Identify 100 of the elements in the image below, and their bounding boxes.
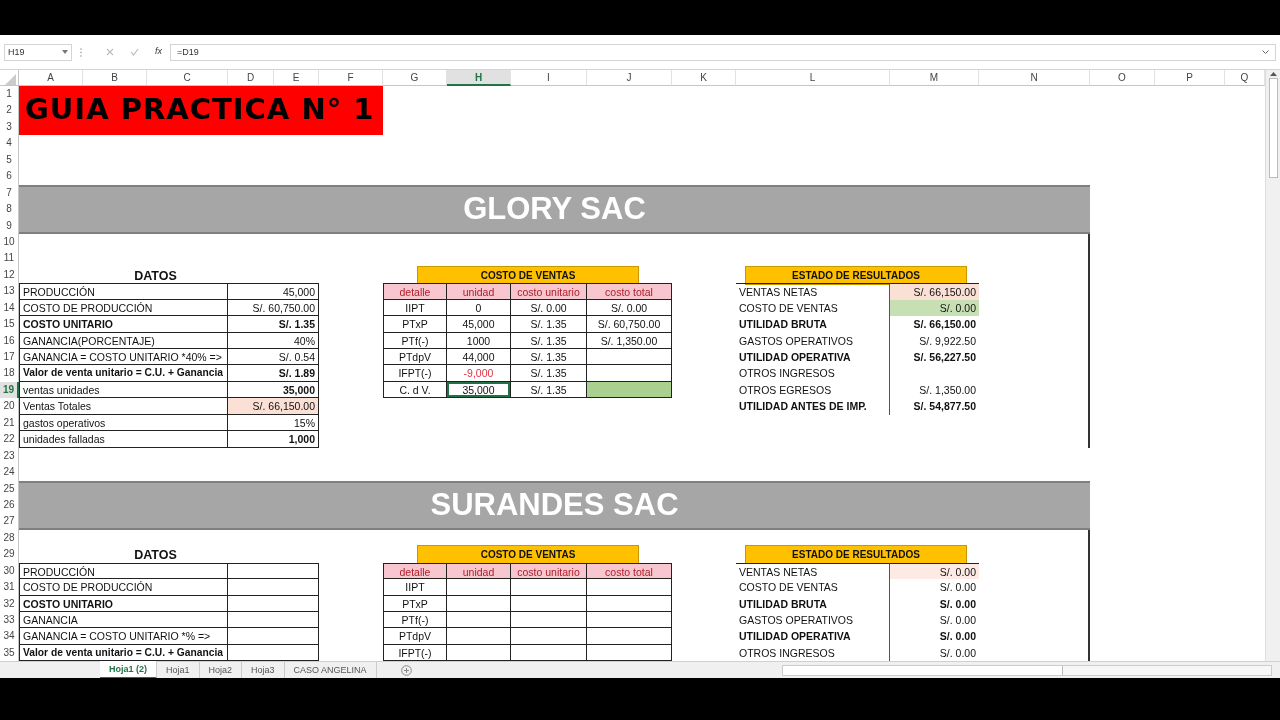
table-cell[interactable]: OTROS INGRESOS	[736, 365, 890, 382]
table-cell[interactable]: S/. 1.89	[228, 365, 319, 382]
scrollbar-thumb[interactable]	[783, 665, 1063, 675]
table-cell[interactable]: COSTO UNITARIO	[19, 316, 228, 333]
table-cell[interactable]: 1,000	[228, 431, 319, 448]
empty-cell[interactable]	[587, 365, 672, 382]
column-header-cell[interactable]: unidad	[447, 283, 511, 300]
scroll-up-icon[interactable]	[1269, 72, 1277, 76]
table-cell[interactable]: unidades falladas	[19, 431, 228, 448]
table-cell[interactable]: S/. 1,350.00	[890, 381, 979, 399]
column-header[interactable]: A	[19, 70, 83, 86]
empty-cell[interactable]	[511, 628, 587, 645]
column-header-cell[interactable]: costo unitario	[511, 283, 587, 300]
table-cell[interactable]: S/. 0.00	[890, 612, 979, 629]
table-cell[interactable]: S/. 0.00	[890, 644, 979, 662]
column-header[interactable]: B	[83, 70, 147, 86]
table-cell[interactable]: ventas unidades	[19, 381, 228, 399]
dropdown-icon[interactable]	[62, 50, 68, 54]
table-cell[interactable]: GANANCIA(PORCENTAJE)	[19, 332, 228, 349]
table-cell[interactable]: IIPT	[383, 299, 447, 317]
table-cell[interactable]: 40%	[228, 332, 319, 349]
table-cell[interactable]: PTdpV	[383, 628, 447, 645]
table-cell[interactable]: S/. 1,350.00	[587, 332, 672, 349]
column-header[interactable]: D	[228, 70, 274, 86]
table-cell[interactable]: UTILIDAD OPERATIVA	[736, 349, 890, 366]
table-cell[interactable]: GANANCIA = COSTO UNITARIO *40% =>	[19, 349, 228, 366]
table-cell[interactable]: GASTOS OPERATIVOS	[736, 612, 890, 629]
table-cell[interactable]: S/. 0.00	[890, 579, 979, 596]
column-header[interactable]: I	[511, 70, 587, 86]
table-cell[interactable]: COSTO DE VENTAS	[736, 579, 890, 596]
table-cell[interactable]: COSTO DE PRODUCCIÓN	[19, 579, 228, 596]
table-cell[interactable]: S/. 0.00	[511, 299, 587, 317]
table-cell[interactable]: Valor de venta unitario = C.U. + Ganancia	[19, 365, 228, 382]
table-cell[interactable]: IFPT(-)	[383, 365, 447, 382]
name-box[interactable]: H19	[4, 43, 72, 61]
table-cell[interactable]: Ventas Totales	[19, 398, 228, 415]
table-cell[interactable]: 45,000	[228, 283, 319, 300]
empty-cell[interactable]	[587, 595, 672, 612]
table-cell[interactable]: S/. 1.35	[228, 316, 319, 333]
table-cell[interactable]: gastos operativos	[19, 414, 228, 432]
function-button[interactable]: fx	[155, 45, 162, 59]
table-cell[interactable]: S/. 56,227.50	[890, 349, 979, 366]
table-cell[interactable]: COSTO UNITARIO	[19, 595, 228, 612]
column-header[interactable]: P	[1155, 70, 1225, 86]
column-header[interactable]: G	[383, 70, 447, 86]
empty-cell[interactable]	[511, 612, 587, 629]
empty-cell[interactable]	[447, 579, 511, 596]
table-cell[interactable]: S/. 0.00	[890, 628, 979, 645]
table-cell[interactable]: 15%	[228, 414, 319, 432]
column-header-cell[interactable]: detalle	[383, 283, 447, 300]
column-header[interactable]: H	[447, 70, 511, 86]
column-header-cell[interactable]: detalle	[383, 562, 447, 580]
empty-cell[interactable]	[447, 595, 511, 612]
table-cell[interactable]: UTILIDAD BRUTA	[736, 595, 890, 612]
empty-cell[interactable]	[228, 595, 319, 612]
empty-cell[interactable]	[447, 612, 511, 629]
empty-cell[interactable]	[228, 612, 319, 629]
table-cell[interactable]: S/. 66,150.00	[890, 283, 979, 300]
table-cell[interactable]: 44,000	[447, 349, 511, 366]
table-cell[interactable]: PTxP	[383, 316, 447, 333]
table-cell[interactable]: S/. 9,922.50	[890, 332, 979, 349]
column-header-cell[interactable]: costo total	[587, 562, 672, 580]
table-cell[interactable]: 0	[447, 299, 511, 317]
table-cell[interactable]: S/. 66,150.00	[890, 316, 979, 333]
scrollbar-thumb[interactable]	[1268, 78, 1278, 178]
formula-field[interactable]: =D19	[170, 43, 1276, 61]
column-header[interactable]: L	[736, 70, 890, 86]
empty-cell[interactable]	[228, 579, 319, 596]
table-cell[interactable]: GANANCIA	[19, 612, 228, 629]
row-header[interactable]: 31	[0, 579, 19, 596]
row-header[interactable]: 33	[0, 612, 19, 629]
empty-cell[interactable]	[511, 595, 587, 612]
table-cell[interactable]: PTf(-)	[383, 332, 447, 349]
table-cell[interactable]: PRODUCCIÓN	[19, 283, 228, 300]
table-cell[interactable]: S/. 1.35	[511, 332, 587, 349]
empty-cell[interactable]	[587, 579, 672, 596]
table-cell[interactable]: C. d V.	[383, 381, 447, 399]
empty-cell[interactable]	[587, 628, 672, 645]
table-cell[interactable]: IIPT	[383, 579, 447, 596]
table-cell[interactable]: VENTAS NETAS	[736, 283, 890, 300]
row-header[interactable]: 34	[0, 628, 19, 645]
column-header[interactable]: J	[587, 70, 672, 86]
column-header[interactable]: O	[1090, 70, 1155, 86]
empty-cell[interactable]	[447, 628, 511, 645]
table-cell[interactable]: 45,000	[447, 316, 511, 333]
table-cell[interactable]: S/. 0.00	[587, 299, 672, 317]
column-header[interactable]: K	[672, 70, 736, 86]
empty-cell[interactable]	[587, 349, 672, 366]
table-cell[interactable]: OTROS EGRESOS	[736, 381, 890, 399]
table-cell[interactable]: S/. 1.35	[511, 365, 587, 382]
empty-cell[interactable]	[511, 579, 587, 596]
column-header[interactable]: C	[147, 70, 228, 86]
empty-cell[interactable]	[228, 562, 319, 580]
empty-cell[interactable]	[587, 612, 672, 629]
table-cell[interactable]: PTxP	[383, 595, 447, 612]
column-header[interactable]: Q	[1225, 70, 1265, 86]
table-cell[interactable]: S/. 1.35	[511, 349, 587, 366]
table-cell[interactable]: UTILIDAD OPERATIVA	[736, 628, 890, 645]
column-header[interactable]: M	[890, 70, 979, 86]
column-header-cell[interactable]: costo total	[587, 283, 672, 300]
